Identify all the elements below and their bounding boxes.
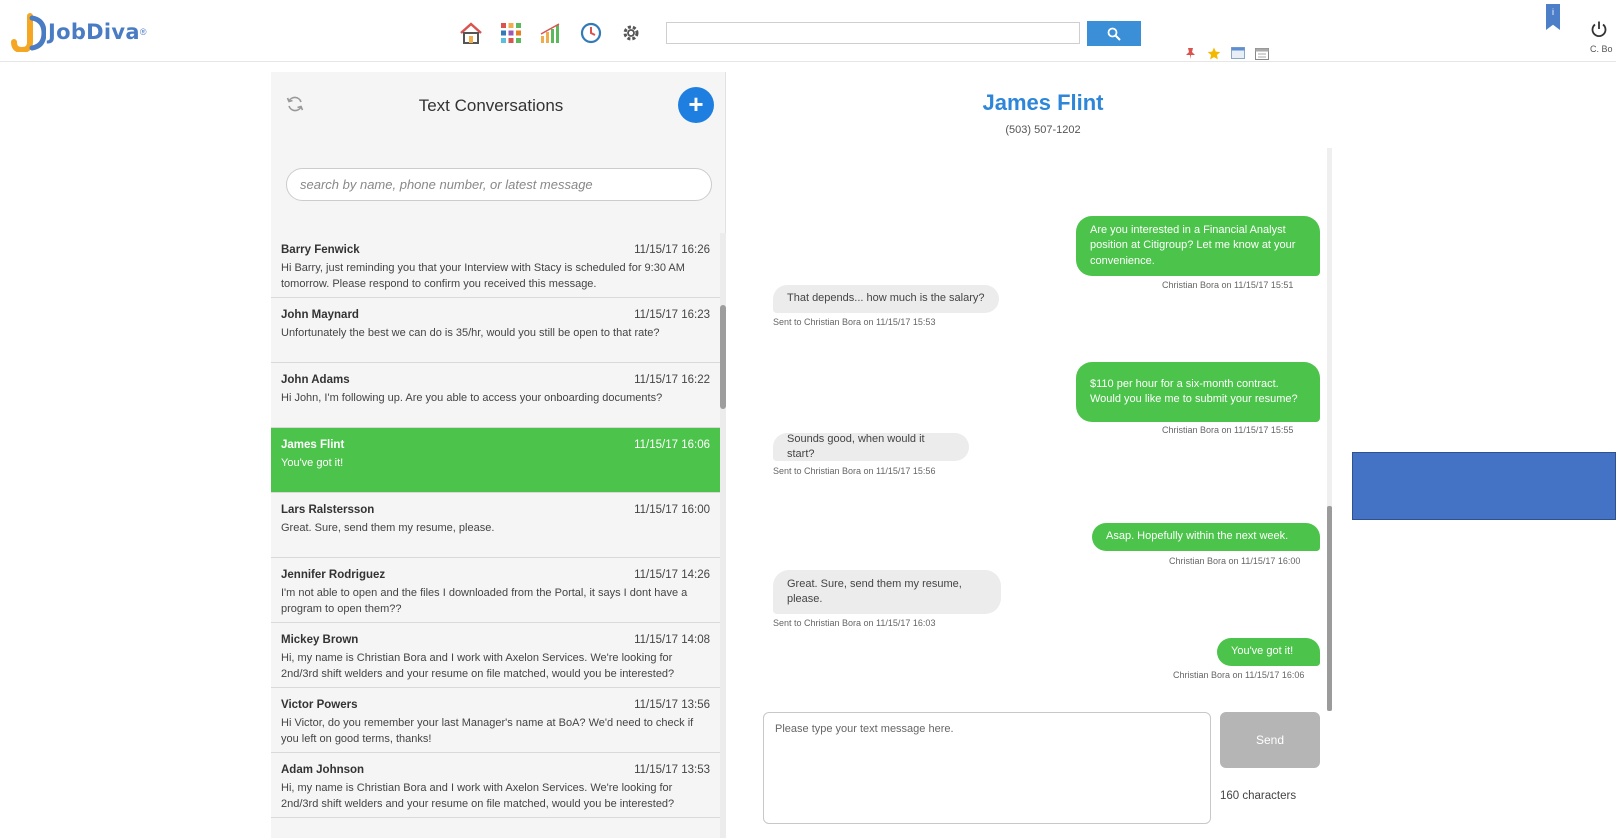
incoming-message-bubble: Sounds good, when would it start? — [773, 433, 969, 461]
conversation-item[interactable]: Victor Powers 11/15/17 13:56 Hi Victor, do… — [271, 688, 720, 753]
user-initials: C. Bo — [1590, 44, 1613, 54]
conversation-preview: Unfortunately the best we can do is 35/h… — [281, 327, 660, 339]
character-count: 160 characters — [1220, 790, 1297, 802]
message-meta: Sent to Christian Bora on 11/15/17 15:53 — [773, 317, 936, 327]
message-thread-scrollbar[interactable] — [1327, 148, 1332, 711]
message-meta: Christian Bora on 11/15/17 16:00 — [1169, 556, 1301, 566]
conversation-item[interactable]: Lars Ralstersson 11/15/17 16:00 Great. Sur… — [271, 493, 720, 558]
grid-icon[interactable] — [498, 20, 524, 46]
conversation-item[interactable]: Mickey Brown 11/15/17 14:08 Hi, my name is… — [271, 623, 720, 688]
quick-access-bar — [1182, 46, 1270, 60]
power-icon — [1591, 21, 1607, 38]
star-icon[interactable] — [1206, 46, 1222, 60]
conversation-preview: Hi John, I'm following up. Are you able … — [281, 392, 663, 404]
send-button[interactable]: Send — [1220, 712, 1320, 768]
search-icon — [1107, 27, 1121, 41]
contact-name: James Flint — [982, 90, 1104, 115]
notification-bookmark[interactable]: i — [1546, 4, 1560, 30]
conversation-list: Barry Fenwick 11/15/17 16:26 Hi Barry, jus… — [271, 233, 720, 838]
logout-control[interactable]: C. Bo — [1590, 20, 1616, 60]
home-icon[interactable] — [458, 20, 484, 46]
conversation-preview: Hi Victor, do you remember your last Man… — [281, 717, 694, 745]
conversation-timestamp: 11/15/17 16:22 — [634, 374, 710, 386]
conversation-timestamp: 11/15/17 16:23 — [634, 309, 710, 321]
conversation-preview: You've got it! — [281, 457, 344, 469]
conversation-item[interactable]: Barry Fenwick 11/15/17 16:26 Hi Barry, jus… — [271, 233, 720, 298]
window-icon[interactable] — [1230, 46, 1246, 60]
clock-icon[interactable] — [578, 20, 604, 46]
conversation-search-input[interactable] — [286, 168, 712, 201]
calendar-icon[interactable] — [1254, 46, 1270, 60]
conversations-header: Text Conversations + — [271, 72, 726, 138]
message-meta: Sent to Christian Bora on 11/15/17 15:56 — [773, 466, 936, 476]
conversations-panel: Text Conversations + Barry Fenwick11/15/… — [271, 72, 726, 838]
message-composer[interactable] — [763, 712, 1211, 824]
outgoing-message-bubble: $110 per hour for a six-month contract. … — [1076, 362, 1320, 422]
message-meta: Christian Bora on 11/15/17 15:51 — [1162, 280, 1294, 290]
conversation-timestamp: 11/15/17 13:53 — [634, 764, 710, 776]
logo-mark-icon — [8, 12, 47, 54]
conversation-item[interactable]: John Adams 11/15/17 16:22 Hi John, I'm fol… — [271, 363, 720, 428]
gear-icon[interactable] — [618, 20, 644, 46]
conversation-list-scroll-thumb[interactable] — [720, 305, 726, 409]
global-search-button[interactable] — [1087, 21, 1141, 46]
conversation-list-scrollbar[interactable] — [720, 233, 726, 838]
global-search-input[interactable] — [666, 22, 1080, 44]
conversation-timestamp: 11/15/17 14:26 — [634, 569, 710, 581]
conversation-timestamp: 11/15/17 16:26 — [634, 244, 710, 256]
conversations-title: Text Conversations — [418, 96, 564, 115]
conversation-preview: Hi Barry, just reminding you that your I… — [281, 262, 685, 290]
chat-panel: James Flint (503) 507-1202 Are you inter… — [727, 72, 1359, 838]
message-meta: Christian Bora on 11/15/17 15:55 — [1162, 425, 1294, 435]
conversation-item[interactable]: Jennifer Rodriguez 11/15/17 14:26 I'm not … — [271, 558, 720, 623]
message-meta: Christian Bora on 11/15/17 16:06 — [1173, 670, 1305, 680]
message-meta: Sent to Christian Bora on 11/15/17 16:03 — [773, 618, 936, 628]
outgoing-message-bubble: Asap. Hopefully within the next week. — [1092, 523, 1320, 551]
conversation-timestamp: 11/15/17 14:08 — [634, 634, 710, 646]
conversation-timestamp: 11/15/17 16:06 — [634, 439, 710, 451]
top-bar: JobDiva ® i C. Bo — [0, 0, 1616, 62]
outgoing-message-bubble: You've got it! — [1217, 638, 1320, 666]
conversation-preview: I'm not able to open and the files I dow… — [281, 587, 688, 615]
jobdiva-logo[interactable]: JobDiva ® — [8, 12, 147, 54]
overlay-blue-rectangle — [1352, 452, 1616, 520]
conversation-item[interactable]: John Maynard 11/15/17 16:23 Unfortunately … — [271, 298, 720, 363]
pin-icon[interactable] — [1182, 46, 1198, 60]
brand-registered-mark: ® — [139, 27, 147, 37]
brand-name: JobDiva — [48, 20, 140, 44]
chart-icon[interactable] — [538, 20, 564, 46]
incoming-message-bubble: That depends... how much is the salary? — [773, 285, 999, 313]
main-nav — [458, 20, 644, 46]
incoming-message-bubble: Great. Sure, send them my resume, please… — [773, 570, 1001, 614]
conversation-item[interactable]: Adam Johnson 11/15/17 13:53 Hi, my name is… — [271, 753, 720, 818]
message-thread-scroll-thumb[interactable] — [1327, 506, 1332, 711]
conversation-preview: Great. Sure, send them my resume, please… — [281, 522, 495, 534]
contact-phone: (503) 507-1202 — [1005, 124, 1081, 136]
new-conversation-button[interactable]: + — [678, 87, 714, 123]
conversation-item[interactable]: James Flint 11/15/17 16:06 You've got it! — [271, 428, 720, 493]
conversation-timestamp: 11/15/17 16:00 — [634, 504, 710, 516]
conversation-timestamp: 11/15/17 13:56 — [634, 699, 710, 711]
outgoing-message-bubble: Are you interested in a Financial Analys… — [1076, 216, 1320, 276]
conversation-preview: Hi, my name is Christian Bora and I work… — [281, 782, 675, 810]
conversation-preview: Hi, my name is Christian Bora and I work… — [281, 652, 675, 680]
